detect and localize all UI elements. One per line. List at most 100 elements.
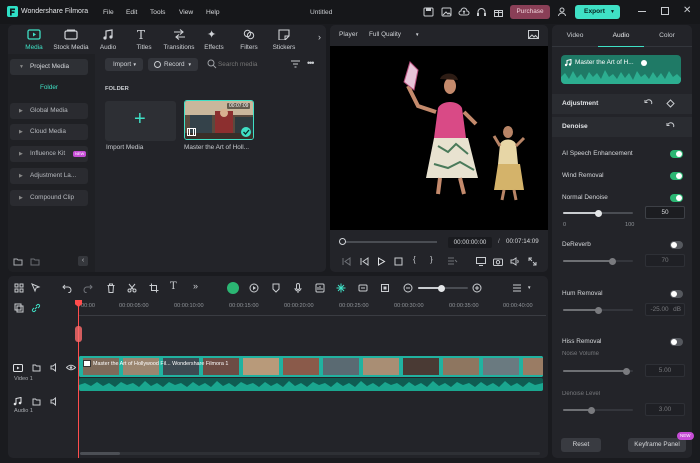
sidebar-item-cloud-media[interactable]: ▶ Cloud Media xyxy=(10,124,88,140)
add-track-icon[interactable] xyxy=(14,303,24,313)
tab-stickers[interactable]: Stickers xyxy=(270,27,298,53)
reset-icon[interactable] xyxy=(644,99,653,108)
playhead-marker[interactable] xyxy=(75,326,82,342)
clip-sync-icon[interactable] xyxy=(358,283,368,293)
hum-removal-toggle[interactable] xyxy=(670,290,683,298)
minimize-icon[interactable] xyxy=(638,11,646,12)
audio-mix-icon[interactable] xyxy=(315,283,325,293)
sidebar-item-influence-kit[interactable]: ▶ Influence Kit NEW xyxy=(10,146,88,162)
audio-clip[interactable] xyxy=(79,378,543,391)
crop-icon[interactable] xyxy=(149,283,159,293)
microphone-icon[interactable] xyxy=(293,283,303,293)
search-input[interactable] xyxy=(218,58,286,71)
import-button[interactable]: Import ▼ xyxy=(105,58,143,71)
tab-effects[interactable]: ✦ Effects xyxy=(201,27,227,53)
tab-stock-media[interactable]: Stock Media xyxy=(50,27,92,53)
step-back-icon[interactable] xyxy=(360,257,369,266)
gift-icon[interactable] xyxy=(493,7,504,17)
image-icon[interactable] xyxy=(441,7,452,17)
folder-icon[interactable] xyxy=(30,257,40,266)
denoise-level-slider[interactable] xyxy=(563,406,633,414)
layout-grid-icon[interactable] xyxy=(14,283,24,293)
sidebar-item-adjustment-layer[interactable]: ▶ Adjustment La... xyxy=(10,168,88,184)
clip-thumbnail[interactable]: 00:07:09 xyxy=(184,100,254,140)
camera-snapshot-icon[interactable] xyxy=(493,257,503,266)
tab-audio[interactable]: Audio xyxy=(96,27,120,53)
speaker-icon[interactable] xyxy=(50,363,59,372)
mark-out-icon[interactable]: } xyxy=(430,255,433,264)
collapse-sidebar-icon[interactable]: ‹ xyxy=(78,256,88,266)
hum-removal-value[interactable]: -25.00 dB xyxy=(645,303,685,316)
close-icon[interactable]: ✕ xyxy=(683,5,691,16)
slider-knob[interactable] xyxy=(588,406,595,414)
dereverb-value[interactable]: 70 xyxy=(645,254,685,267)
normal-denoise-slider[interactable] xyxy=(563,209,633,217)
reset-button[interactable]: Reset xyxy=(561,438,601,452)
tab-video[interactable]: Video xyxy=(552,25,598,47)
eye-icon[interactable] xyxy=(66,363,76,372)
video-preview[interactable] xyxy=(330,46,548,230)
zoom-in-icon[interactable] xyxy=(472,283,482,293)
chevron-down-icon[interactable]: ▼ xyxy=(527,285,531,290)
shield-marker-icon[interactable] xyxy=(271,283,281,293)
menu-view[interactable]: View xyxy=(179,9,193,16)
menu-file[interactable]: File xyxy=(103,9,114,16)
maximize-icon[interactable] xyxy=(661,7,669,15)
more-tools-icon[interactable]: » xyxy=(193,281,198,291)
display-icon[interactable] xyxy=(476,257,486,266)
dereverb-toggle[interactable] xyxy=(670,241,683,249)
slider-knob[interactable] xyxy=(609,257,616,265)
mark-in-icon[interactable]: { xyxy=(413,255,416,264)
playhead-line[interactable] xyxy=(78,300,79,458)
player-scrub-handle[interactable] xyxy=(339,238,346,245)
video-clip[interactable]: Master the Art of Hollywood Fil... Wonde… xyxy=(79,356,543,377)
tab-audio-properties[interactable]: Audio xyxy=(598,25,644,47)
record-button[interactable]: Record ▼ xyxy=(148,58,198,71)
undo-icon[interactable] xyxy=(62,283,72,293)
headset-icon[interactable] xyxy=(476,7,487,17)
slider-knob[interactable] xyxy=(595,306,602,314)
stabilize-icon[interactable] xyxy=(380,283,390,293)
export-button[interactable]: Export ▼ xyxy=(575,5,620,19)
reset-icon[interactable] xyxy=(666,122,675,131)
ai-speech-toggle[interactable] xyxy=(670,150,683,158)
dereverb-slider[interactable] xyxy=(563,257,633,265)
keyframe-diamond-icon[interactable] xyxy=(666,99,675,108)
tab-filters[interactable]: Filters xyxy=(236,27,262,53)
snapshot-image-icon[interactable] xyxy=(528,30,539,39)
purchase-button[interactable]: Purchase xyxy=(510,5,550,19)
hiss-removal-toggle[interactable] xyxy=(670,338,683,346)
tab-media[interactable]: Media xyxy=(22,27,46,53)
new-folder-icon[interactable] xyxy=(13,257,23,266)
sidebar-item-project-media[interactable]: ▼ Project Media xyxy=(10,59,88,75)
sidebar-item-global-media[interactable]: ▶ Global Media xyxy=(10,103,88,119)
zoom-slider[interactable] xyxy=(418,284,468,292)
scrollbar-thumb[interactable] xyxy=(80,452,120,455)
cut-icon[interactable] xyxy=(127,283,137,293)
zoom-out-icon[interactable] xyxy=(403,283,413,293)
playback-menu-icon[interactable] xyxy=(447,257,458,266)
slider-knob[interactable] xyxy=(595,209,602,217)
text-t-icon[interactable]: T xyxy=(170,281,177,292)
link-icon[interactable] xyxy=(31,303,41,313)
denoise-level-value[interactable]: 3.00 xyxy=(645,403,685,416)
more-options-icon[interactable]: ••• xyxy=(307,58,315,68)
previous-frame-icon[interactable] xyxy=(342,257,351,266)
tab-transitions[interactable]: Transitions xyxy=(161,27,197,53)
play-icon[interactable] xyxy=(377,257,386,266)
keyframe-panel-button[interactable]: Keyframe Panel xyxy=(628,438,686,452)
menu-help[interactable]: Help xyxy=(206,9,220,16)
noise-volume-value[interactable]: 5.00 xyxy=(645,364,685,377)
ai-assistant-icon[interactable] xyxy=(227,282,239,294)
timeline-scrollbar[interactable] xyxy=(80,452,540,455)
tab-color[interactable]: Color xyxy=(644,25,690,47)
volume-icon[interactable] xyxy=(510,257,520,266)
sidebar-item-compound-clip[interactable]: ▶ Compound Clip xyxy=(10,190,88,206)
select-cursor-icon[interactable] xyxy=(31,283,41,293)
cloud-upload-icon[interactable] xyxy=(458,7,470,17)
chevron-right-icon[interactable]: › xyxy=(318,32,321,42)
snap-icon[interactable] xyxy=(336,283,346,293)
slider-knob[interactable] xyxy=(438,284,445,292)
import-media-tile[interactable]: + xyxy=(105,101,176,141)
quality-select[interactable]: Full Quality ▼ xyxy=(369,31,419,38)
